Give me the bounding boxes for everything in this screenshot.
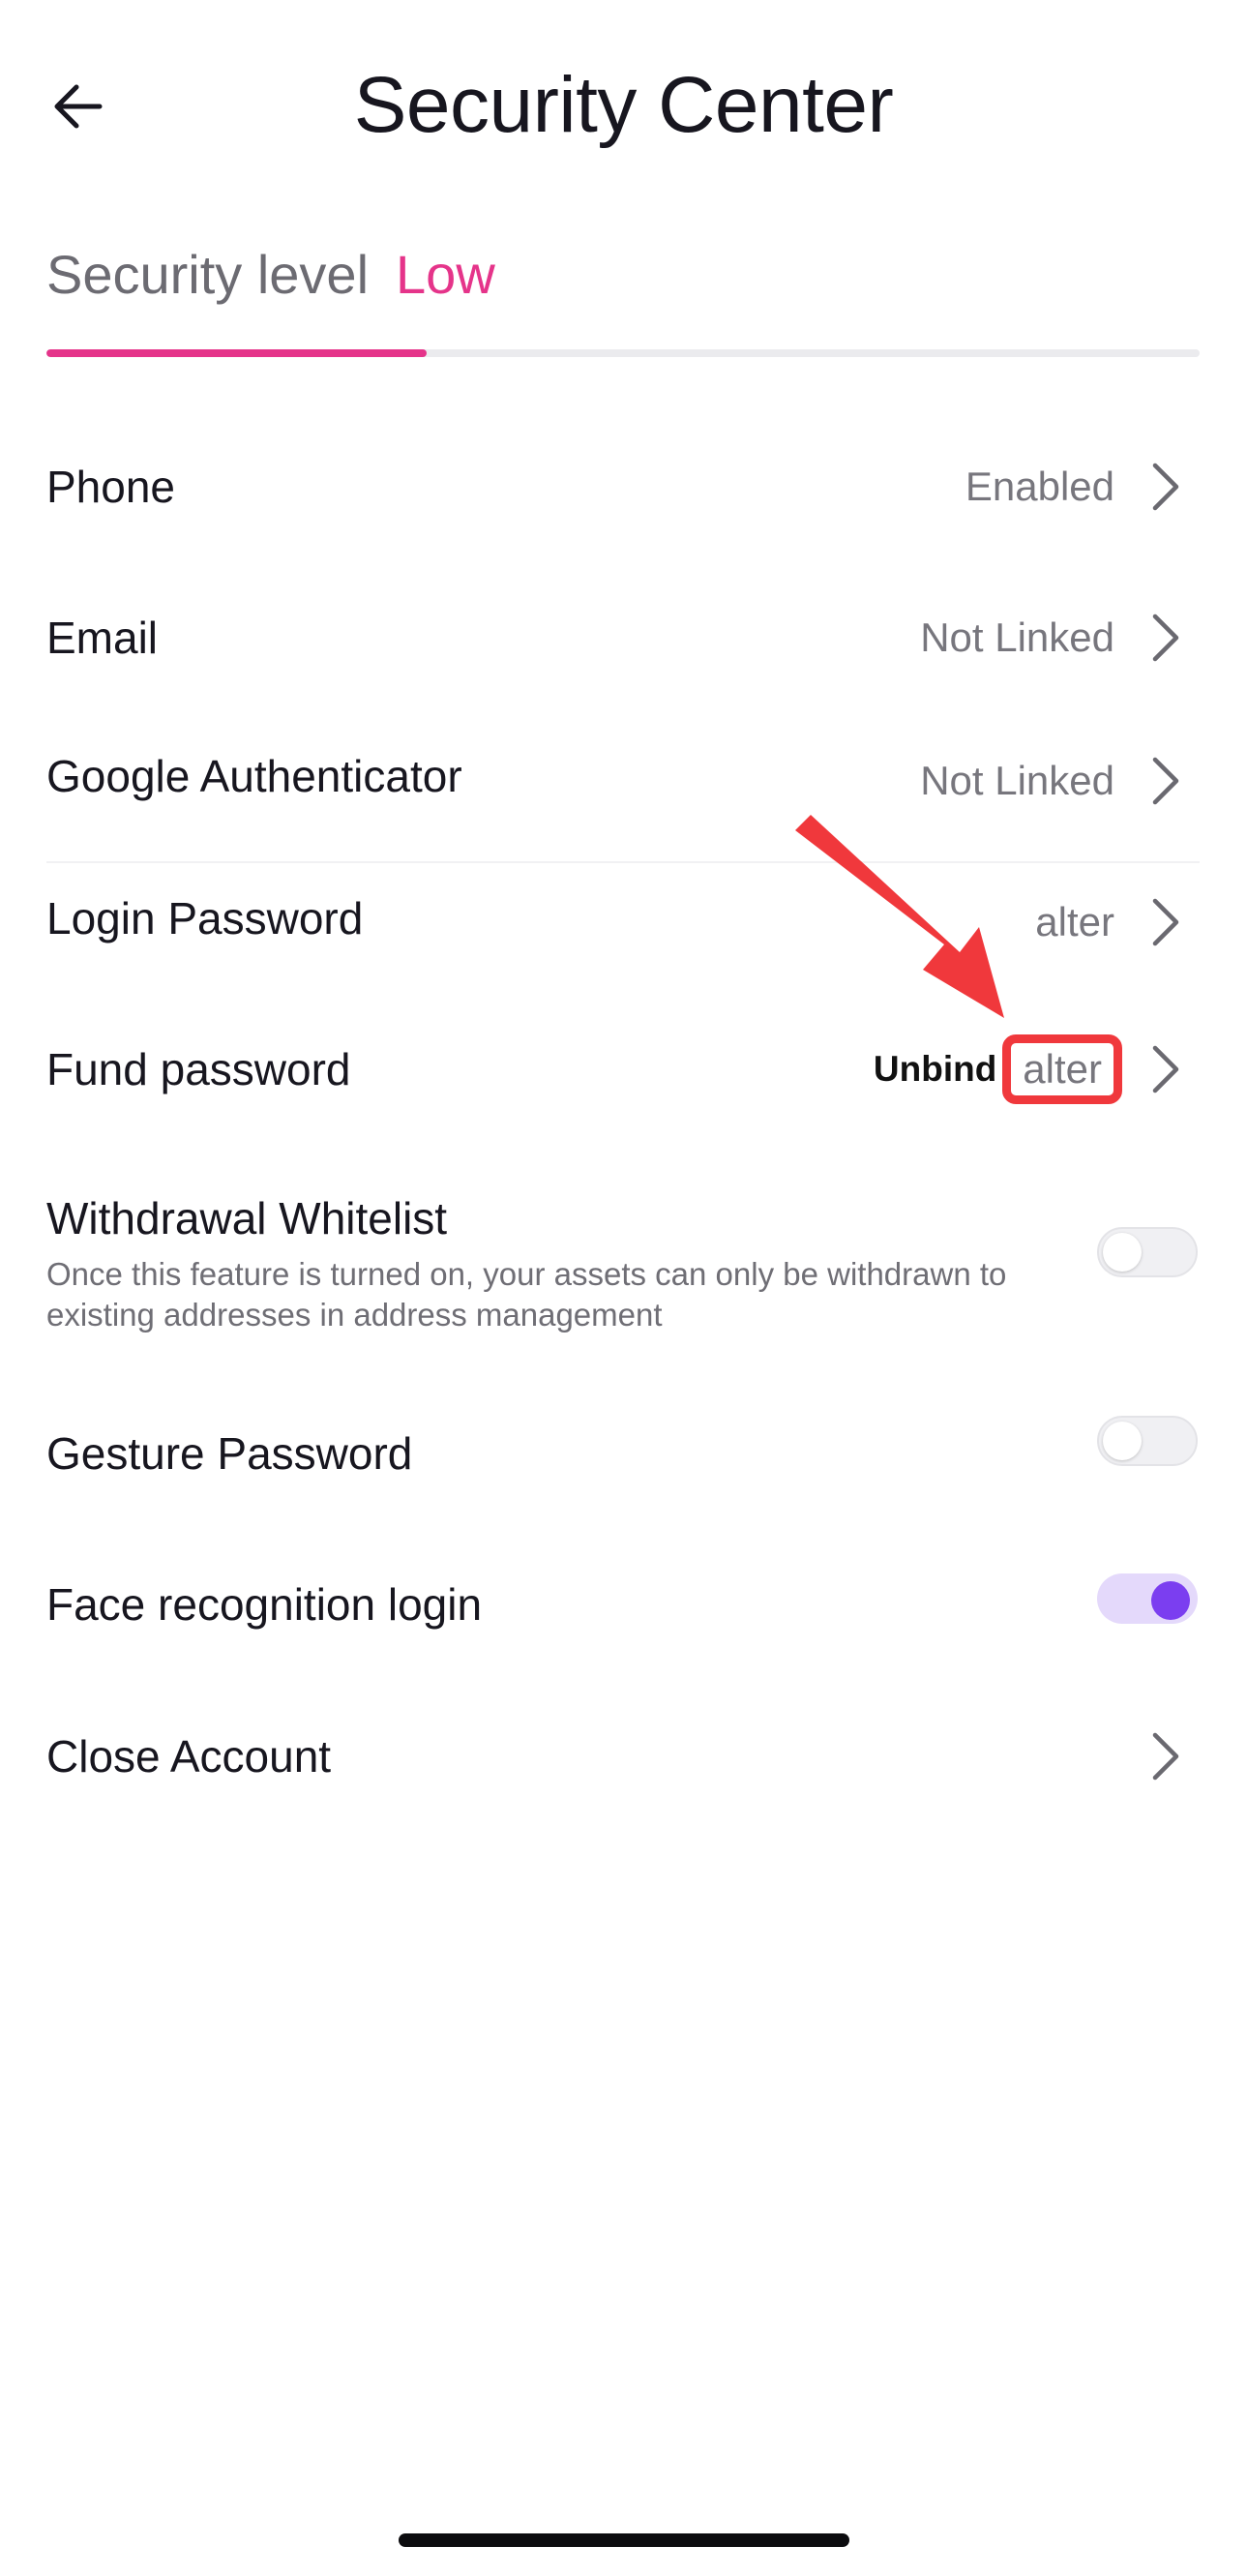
row-google-authenticator[interactable]: Google Authenticator Not Linked xyxy=(46,741,1200,821)
withdrawal-whitelist-description: Once this feature is turned on, your ass… xyxy=(46,1256,1007,1333)
security-level-bar xyxy=(46,349,1200,357)
gesture-password-toggle[interactable] xyxy=(1097,1416,1198,1466)
chevron-right-icon xyxy=(1143,458,1188,516)
chevron-right-icon xyxy=(1143,893,1188,951)
toggle-knob xyxy=(1103,1233,1142,1272)
row-login-value[interactable]: alter xyxy=(1035,899,1114,945)
row-email[interactable]: Email Not Linked xyxy=(46,598,1200,677)
red-arrow-icon xyxy=(795,815,1004,1018)
row-email-value: Not Linked xyxy=(920,614,1114,660)
row-google-label: Google Authenticator xyxy=(46,751,462,801)
row-google-value: Not Linked xyxy=(920,758,1114,803)
chevron-right-icon xyxy=(1143,1727,1188,1785)
withdrawal-whitelist-title: Withdrawal Whitelist xyxy=(46,1193,448,1243)
chevron-right-icon xyxy=(1143,752,1188,810)
row-email-label: Email xyxy=(46,613,159,663)
row-phone[interactable]: Phone Enabled xyxy=(46,447,1200,526)
security-level-label: Security level xyxy=(46,243,370,305)
toggle-knob xyxy=(1103,1422,1142,1460)
withdrawal-whitelist-toggle[interactable] xyxy=(1097,1227,1198,1277)
security-level: Security level Low xyxy=(46,240,495,308)
toggle-knob xyxy=(1151,1581,1190,1620)
header: Security Center xyxy=(0,0,1247,213)
row-close-label: Close Account xyxy=(46,1731,332,1782)
row-fund-label: Fund password xyxy=(46,1044,351,1094)
gesture-password-label: Gesture Password xyxy=(46,1428,413,1479)
row-phone-value: Enabled xyxy=(965,464,1114,509)
face-recognition-toggle[interactable] xyxy=(1097,1573,1198,1624)
chevron-right-icon xyxy=(1143,609,1188,667)
page-title: Security Center xyxy=(353,61,894,149)
chevron-right-icon xyxy=(1143,1040,1188,1098)
home-indicator[interactable] xyxy=(399,2533,849,2547)
row-gesture-password: Gesture Password xyxy=(46,1415,1200,1492)
security-level-value: Low xyxy=(396,243,495,305)
security-level-bar-fill xyxy=(46,349,428,357)
row-close-account[interactable]: Close Account xyxy=(46,1717,1200,1796)
row-phone-label: Phone xyxy=(46,462,176,512)
row-face-recognition: Face recognition login xyxy=(46,1566,1200,1643)
unbind-button[interactable]: Unbind xyxy=(874,1049,996,1090)
withdrawal-whitelist: Withdrawal Whitelist Once this feature i… xyxy=(46,1188,1072,1335)
face-recognition-label: Face recognition login xyxy=(46,1579,483,1630)
